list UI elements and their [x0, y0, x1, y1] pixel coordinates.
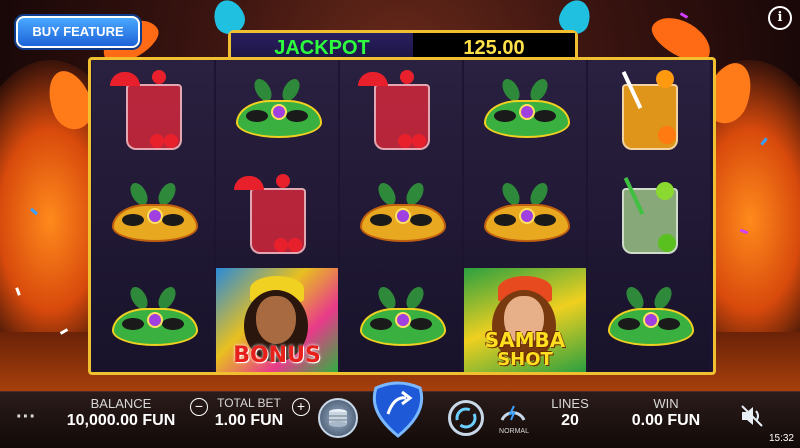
mask-eye	[534, 214, 556, 226]
gem-icon	[271, 104, 287, 120]
reel-cell-bonus: BONUS	[216, 268, 338, 372]
reel-cell-cocktail-red	[340, 60, 462, 164]
bet-coins-button[interactable]	[318, 398, 358, 438]
umbrella-icon	[358, 72, 388, 86]
mask-eye	[122, 318, 144, 330]
reel-cell-mask-gold	[464, 164, 586, 268]
mask-eye	[162, 214, 184, 226]
strawberry-icon	[274, 238, 288, 252]
reel-cell-cocktail-orange	[588, 60, 710, 164]
balance-value: 10,000.00 FUN	[66, 412, 176, 429]
total-bet-label: TOTAL BET	[217, 396, 281, 410]
win-value: 0.00 FUN	[631, 412, 701, 429]
plus-icon: +	[296, 398, 306, 414]
gem-icon	[519, 208, 535, 224]
speed-gauge-icon	[500, 405, 526, 421]
mask-eye	[618, 318, 640, 330]
reel-3	[340, 60, 462, 372]
mask-eye	[494, 214, 516, 226]
mask-eye	[534, 110, 556, 122]
gem-icon	[147, 208, 163, 224]
spin-icon	[372, 381, 424, 438]
gem-icon	[643, 312, 659, 328]
reel-cell-mask-green	[464, 60, 586, 164]
balance-label: BALANCE	[90, 396, 152, 411]
samba-shot-label: SHOT	[497, 349, 553, 370]
speed-button[interactable]	[498, 398, 528, 424]
strawberry-icon	[276, 174, 290, 188]
gem-icon	[519, 104, 535, 120]
mask-eye	[410, 318, 432, 330]
lines-value: 20	[561, 412, 579, 429]
reel-2: BONUS	[216, 60, 338, 372]
mask-eye	[410, 214, 432, 226]
speed-label: NORMAL	[499, 428, 529, 435]
lime-slice-icon	[656, 182, 674, 200]
lines-label: LINES	[551, 396, 589, 411]
info-icon[interactable]: i	[768, 6, 792, 30]
reel-cell-mask-gold	[92, 164, 214, 268]
mask-eye	[286, 110, 308, 122]
mask-eye	[162, 318, 184, 330]
gem-icon	[395, 312, 411, 328]
reel-cell-mask-gold	[340, 164, 462, 268]
lime-slice-icon	[658, 234, 676, 252]
reel-1	[92, 60, 214, 372]
strawberry-icon	[412, 134, 426, 148]
minus-icon: −	[194, 398, 204, 414]
face-shape	[256, 296, 296, 344]
umbrella-icon	[234, 176, 264, 190]
gem-icon	[147, 312, 163, 328]
increase-bet-button[interactable]: +	[292, 398, 310, 416]
sound-button[interactable]	[738, 402, 766, 430]
mask-eye	[122, 214, 144, 226]
mask-eye	[494, 110, 516, 122]
gem-icon	[395, 208, 411, 224]
strawberry-icon	[150, 134, 164, 148]
autoplay-button[interactable]	[448, 400, 484, 436]
strawberry-icon	[152, 70, 166, 84]
umbrella-icon	[110, 72, 140, 86]
spin-button[interactable]	[366, 378, 430, 440]
reel-cell-mask-green	[216, 60, 338, 164]
reel-cell-cocktail-lime	[588, 164, 710, 268]
strawberry-icon	[288, 238, 302, 252]
reel-4: SAMBA SHOT	[464, 60, 586, 372]
sound-muted-icon	[741, 405, 763, 427]
strawberry-icon	[398, 134, 412, 148]
mask-eye	[246, 110, 268, 122]
win-label: WIN	[653, 396, 679, 411]
reel-5	[588, 60, 710, 372]
strawberry-icon	[400, 70, 414, 84]
reel-cell-samba-shot: SAMBA SHOT	[464, 268, 586, 372]
reel-cell-mask-green	[588, 268, 710, 372]
clock: 15:32	[768, 433, 794, 444]
orange-slice-icon	[658, 126, 676, 144]
autoplay-icon	[455, 407, 477, 429]
reel-grid: BONUS SAMBA SHOT	[88, 57, 716, 375]
confetti	[679, 12, 689, 19]
reel-cell-cocktail-red	[216, 164, 338, 268]
strawberry-icon	[164, 134, 178, 148]
samba-shot-symbol: SAMBA SHOT	[464, 268, 586, 372]
buy-feature-button[interactable]: BUY FEATURE	[16, 16, 140, 48]
reel-cell-mask-green	[92, 268, 214, 372]
reel-cell-mask-green	[340, 268, 462, 372]
coin-stack-icon	[329, 409, 347, 427]
reel-cell-cocktail-red	[92, 60, 214, 164]
total-bet-value: 1.00 FUN	[214, 412, 284, 429]
mask-eye	[370, 214, 392, 226]
mask-eye	[658, 318, 680, 330]
bonus-label: BONUS	[233, 343, 321, 368]
menu-icon[interactable]: ···	[14, 406, 38, 429]
bonus-symbol: BONUS	[216, 268, 338, 372]
mask-eye	[370, 318, 392, 330]
orange-slice-icon	[656, 70, 674, 88]
